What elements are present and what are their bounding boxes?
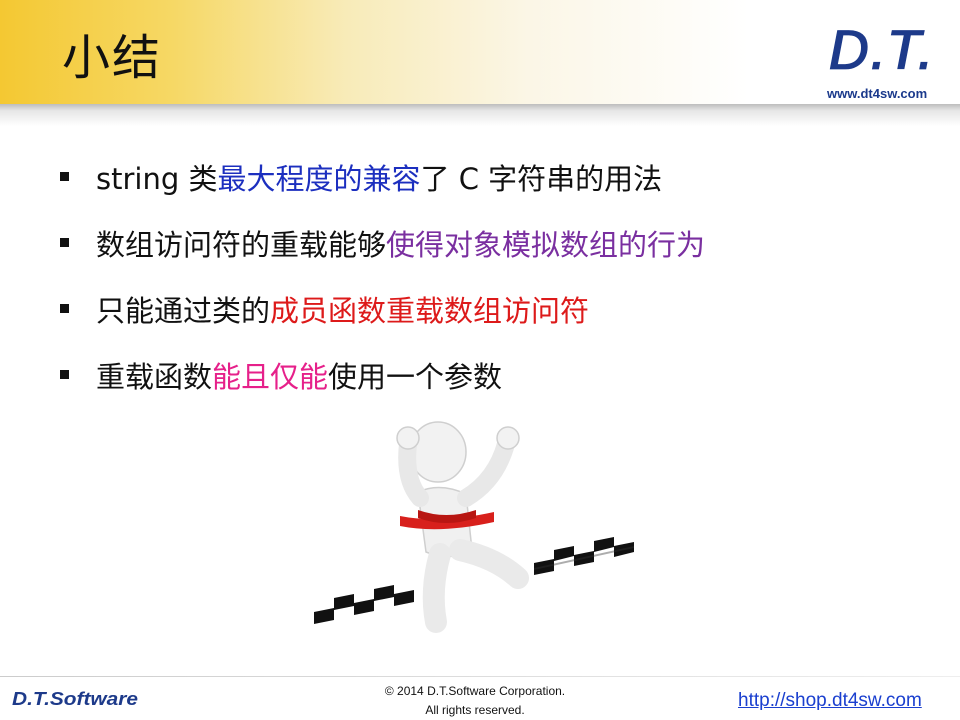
bullet-item: 重载函数能且仅能使用一个参数 bbox=[60, 354, 920, 394]
bullet-text-highlight: 能且仅能 bbox=[212, 360, 329, 394]
bullet-square-icon bbox=[60, 370, 69, 379]
bullet-text: 数组访问符的重载能够使得对象模拟数组的行为 bbox=[96, 222, 705, 264]
bullet-text: 只能通过类的成员函数重载数组访问符 bbox=[96, 288, 589, 330]
copyright-line-2: All rights reserved. bbox=[425, 703, 525, 717]
copyright-line-1: © 2014 D.T.Software Corporation. bbox=[384, 684, 566, 698]
bullet-square-icon bbox=[60, 238, 69, 247]
copyright-notice: © 2014 D.T.Software Corporation. All rig… bbox=[330, 682, 620, 720]
header-shadow bbox=[0, 104, 960, 126]
bullet-text-highlight: 成员函数重载数组访问符 bbox=[270, 294, 590, 328]
shop-link[interactable]: http://shop.dt4sw.com bbox=[738, 690, 922, 712]
bullet-text-plain: 只能通过类的 bbox=[96, 294, 271, 328]
dt-software-logo: D.T.Software bbox=[12, 689, 138, 709]
bullet-text: 重载函数能且仅能使用一个参数 bbox=[96, 354, 502, 396]
dt-logo: D.T. bbox=[827, 18, 933, 78]
bullet-text-highlight: 使得对象模拟数组的行为 bbox=[386, 228, 706, 262]
bullet-text: string 类最大程度的兼容了 C 字符串的用法 bbox=[96, 156, 662, 198]
bullet-square-icon bbox=[60, 172, 69, 181]
bullet-text-plain: string 类 bbox=[96, 162, 218, 196]
dt-logo-text: D.T. bbox=[828, 18, 933, 78]
bullet-text-highlight: 最大程度的兼容 bbox=[217, 162, 421, 196]
bullet-text-plain: 数组访问符的重载能够 bbox=[96, 228, 387, 262]
bullet-item: 只能通过类的成员函数重载数组访问符 bbox=[60, 288, 920, 328]
finish-line-figure-illustration bbox=[314, 421, 634, 633]
bullet-text-plain: 使用一个参数 bbox=[328, 360, 503, 394]
site-url: www.dt4sw.com bbox=[827, 86, 928, 101]
slide-title: 小结 bbox=[62, 30, 163, 86]
bullet-square-icon bbox=[60, 304, 69, 313]
footer-divider bbox=[0, 676, 960, 677]
dt-software-logo-text: D.T.Software bbox=[12, 689, 138, 709]
bullet-item: string 类最大程度的兼容了 C 字符串的用法 bbox=[60, 156, 920, 196]
bullet-item: 数组访问符的重载能够使得对象模拟数组的行为 bbox=[60, 222, 920, 262]
bullet-text-plain: 重载函数 bbox=[96, 360, 213, 394]
bullet-text-plain: 了 C 字符串的用法 bbox=[420, 162, 663, 196]
